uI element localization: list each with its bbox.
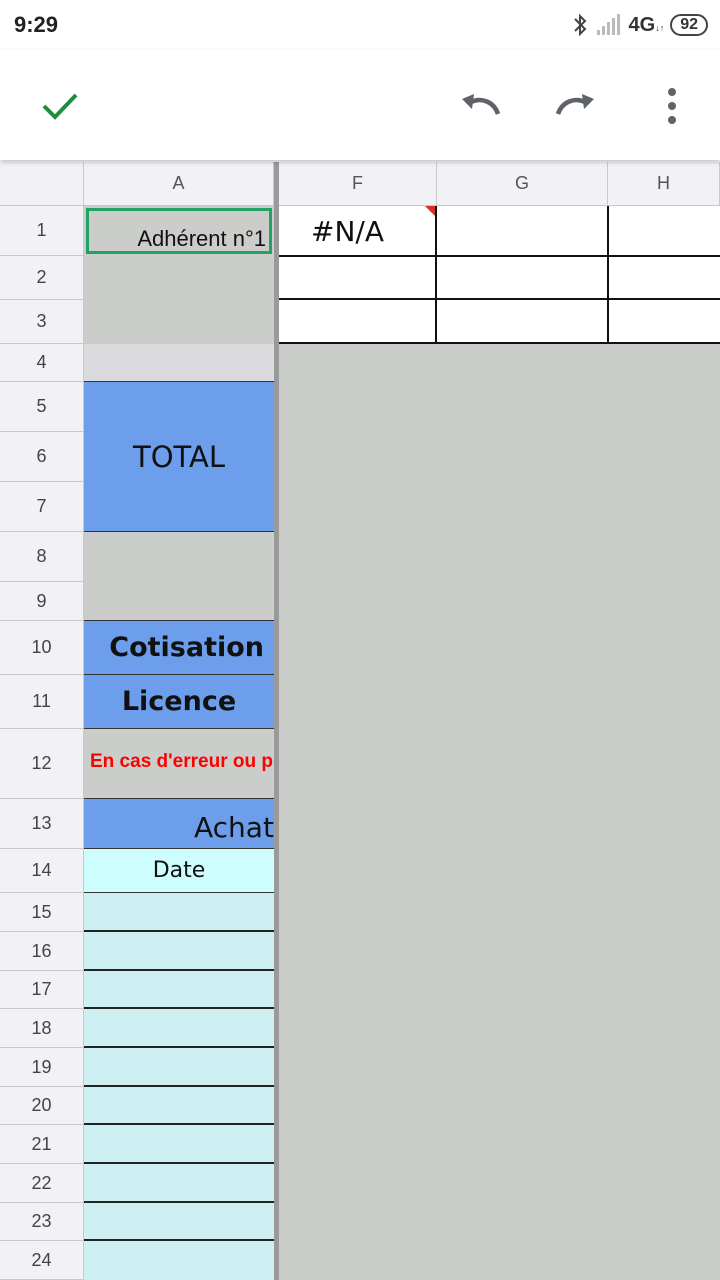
column-header-h[interactable]: H <box>608 162 720 206</box>
column-header-a[interactable]: A <box>84 162 274 206</box>
undo-button[interactable] <box>452 78 508 134</box>
row-header[interactable]: 21 <box>0 1125 84 1164</box>
row-header[interactable]: 19 <box>0 1048 84 1087</box>
row-header[interactable]: 11 <box>0 675 84 729</box>
cell-a14-date[interactable]: Date <box>84 849 274 893</box>
status-bar: 9:29 4G↓↑ 92 <box>0 0 720 50</box>
cell-a22[interactable] <box>84 1164 274 1203</box>
status-icons: 4G↓↑ 92 <box>571 12 708 38</box>
row-header[interactable]: 13 <box>0 799 84 849</box>
cell-a11-licence[interactable]: Licence <box>84 675 274 729</box>
row-header[interactable]: 6 <box>0 432 84 482</box>
cell-a20[interactable] <box>84 1087 274 1125</box>
row-header[interactable]: 15 <box>0 893 84 932</box>
row-header[interactable]: 23 <box>0 1203 84 1241</box>
cell-a19[interactable] <box>84 1048 274 1087</box>
spreadsheet-grid[interactable]: A F G H 1 2 3 4 5 6 7 8 9 10 11 12 13 14… <box>0 162 720 1280</box>
cell-a1[interactable]: Adhérent n°1 <box>84 206 274 256</box>
more-vert-icon <box>668 88 676 124</box>
cell-a13-text: Achat <box>194 811 274 844</box>
undo-icon <box>462 94 501 115</box>
cell-a13-achat[interactable]: Achat <box>84 799 274 849</box>
row-header[interactable]: 2 <box>0 256 84 300</box>
cell-a1-text: Adhérent n°1 <box>137 226 266 251</box>
row-header[interactable]: 18 <box>0 1009 84 1048</box>
row-header[interactable]: 8 <box>0 532 84 582</box>
row-header[interactable]: 24 <box>0 1241 84 1280</box>
redo-button[interactable] <box>548 78 604 134</box>
check-icon <box>42 93 78 120</box>
grid-line <box>279 342 720 344</box>
network-type: 4G↓↑ <box>628 13 665 36</box>
cell-a18[interactable] <box>84 1009 274 1048</box>
cell-a12[interactable]: En cas d'erreur ou p <box>84 729 274 799</box>
cell-a17[interactable] <box>84 971 274 1009</box>
more-options-button[interactable] <box>644 78 700 134</box>
row-header[interactable]: 14 <box>0 849 84 893</box>
status-time: 9:29 <box>14 12 59 37</box>
cell-a16[interactable] <box>84 932 274 971</box>
row-header[interactable]: 17 <box>0 971 84 1009</box>
row-header[interactable]: 12 <box>0 729 84 799</box>
confirm-button[interactable] <box>32 78 88 134</box>
row-header[interactable]: 10 <box>0 621 84 675</box>
cell-a15[interactable] <box>84 893 274 932</box>
row-header[interactable]: 7 <box>0 482 84 532</box>
cell-a5-total[interactable]: TOTAL <box>84 382 274 532</box>
row-header[interactable]: 9 <box>0 582 84 621</box>
row-header[interactable]: 20 <box>0 1087 84 1125</box>
cell-a12-error-text: En cas d'erreur ou p <box>90 751 273 772</box>
battery-icon: 92 <box>670 14 708 36</box>
cell-f1[interactable]: #N/A <box>279 206 437 256</box>
row-header[interactable]: 4 <box>0 344 84 382</box>
corner-select-all[interactable] <box>0 162 84 206</box>
row-header[interactable]: 16 <box>0 932 84 971</box>
row-header[interactable]: 22 <box>0 1164 84 1203</box>
row-header[interactable]: 5 <box>0 382 84 432</box>
column-header-g[interactable]: G <box>437 162 608 206</box>
redo-icon <box>555 94 594 115</box>
edit-toolbar <box>0 50 720 160</box>
column-header-f[interactable]: F <box>279 162 437 206</box>
bluetooth-icon <box>573 13 586 37</box>
grid-line <box>279 255 720 257</box>
cell-a10-cotisation[interactable]: Cotisation <box>84 621 274 675</box>
cell-a21[interactable] <box>84 1125 274 1164</box>
cell-a23[interactable] <box>84 1203 274 1241</box>
row-header[interactable]: 3 <box>0 300 84 344</box>
cell-a24[interactable] <box>84 1241 274 1280</box>
signal-icon <box>596 14 620 35</box>
cell-a4[interactable] <box>84 344 274 382</box>
row-header[interactable]: 1 <box>0 206 84 256</box>
cell-a2[interactable] <box>84 256 274 344</box>
cell-h1[interactable] <box>609 206 720 255</box>
cell-a8[interactable] <box>84 532 274 621</box>
cell-g1[interactable] <box>437 206 607 255</box>
grid-line <box>279 298 720 300</box>
